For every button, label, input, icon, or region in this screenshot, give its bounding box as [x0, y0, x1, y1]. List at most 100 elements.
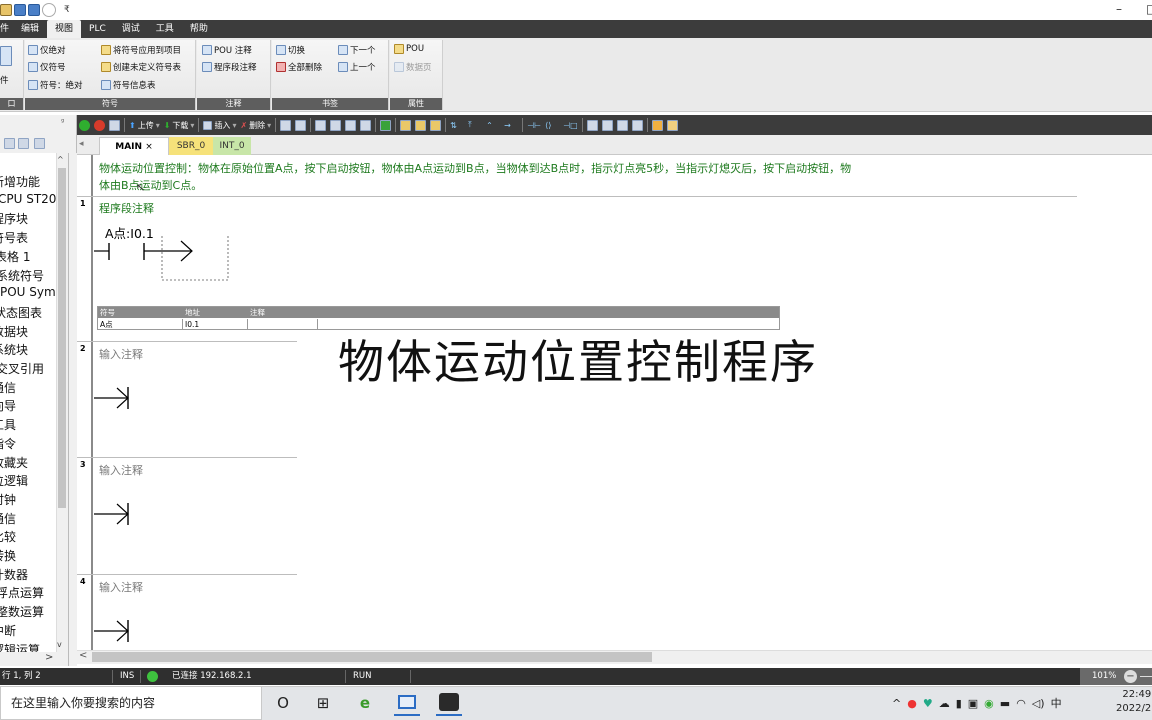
pou-properties-button[interactable]: POU [394, 44, 424, 54]
tree-item[interactable]: 指令 [0, 435, 16, 452]
delete-all-bookmarks-button[interactable]: 全部删除 [276, 61, 322, 73]
tree-item[interactable]: 浮点运算 [0, 584, 44, 601]
zoom-control[interactable]: 101% − [1080, 668, 1152, 685]
show-hidden-icons-icon[interactable]: ^ [892, 697, 901, 710]
more-icon[interactable] [42, 3, 56, 17]
battery-icon[interactable]: ▬ [1000, 697, 1010, 710]
bookmark-prev-icon[interactable] [345, 119, 357, 131]
scroll-up-icon[interactable]: ^ [57, 155, 64, 164]
clock[interactable]: 22:49 2022/2 [1116, 688, 1151, 716]
toggle-bookmark-button[interactable]: 切换 [276, 44, 305, 56]
notes-icon[interactable] [616, 119, 628, 131]
scroll-down-icon[interactable]: v [57, 640, 62, 649]
tree-item[interactable]: 转换 [0, 547, 16, 564]
ladder-editor[interactable] [77, 155, 1152, 650]
tree-item[interactable]: 数据块 [0, 323, 28, 340]
scroll-left-icon[interactable]: < [79, 650, 87, 661]
tree-item[interactable]: 通信 [0, 379, 16, 396]
browser-icon[interactable]: e [352, 690, 378, 716]
pou-comment-button[interactable]: POU 注释 [202, 44, 252, 56]
protect-icon[interactable] [430, 119, 442, 131]
ladder-rung-1[interactable] [93, 236, 233, 286]
cortana-icon[interactable]: O [270, 690, 296, 716]
pause-monitor-icon[interactable] [295, 119, 307, 131]
edit-icon[interactable] [631, 119, 643, 131]
customize-arrow-icon[interactable]: ₹ [64, 5, 70, 15]
component-icon[interactable] [0, 46, 12, 66]
delete-button[interactable]: ✗ 删除 ▾ [240, 118, 271, 132]
menu-tab-debug[interactable]: 调试 [114, 20, 148, 38]
run-icon[interactable] [79, 119, 90, 131]
tree-item[interactable]: 位逻辑 [0, 472, 28, 489]
ime-indicator[interactable]: 中 [1051, 695, 1062, 711]
minimize-button[interactable]: – [1116, 2, 1122, 16]
close-tab-icon[interactable]: × [145, 142, 153, 152]
save-icon[interactable] [14, 4, 26, 16]
tree-item[interactable]: 整数运算 [0, 603, 44, 620]
tree-item[interactable]: 新增功能 [0, 173, 40, 190]
download-button[interactable]: ⬇ 下载 ▾ [164, 118, 195, 132]
tree-item[interactable]: 收藏夹 [0, 454, 28, 471]
pin-icon[interactable]: ᵍ [61, 117, 64, 126]
tree-item[interactable]: 符号表 [0, 229, 28, 246]
apply-symbols-button[interactable]: 将符号应用到项目 [101, 44, 181, 56]
ladder-rung-2[interactable] [93, 385, 133, 415]
tree-item[interactable]: 向导 [0, 397, 16, 414]
network-comment[interactable]: 输入注释 [99, 579, 143, 595]
network-icon[interactable] [586, 119, 598, 131]
tree-item[interactable]: 中断 [0, 622, 16, 639]
menu-tab-edit[interactable]: 编辑 [13, 20, 47, 38]
lock-icon[interactable] [400, 119, 412, 131]
contact-icon[interactable]: ⊣⊢ [527, 118, 541, 132]
bookmark-clear-icon[interactable] [360, 119, 372, 131]
menu-tab-plc[interactable]: PLC [81, 20, 114, 38]
network-comment[interactable]: 输入注释 [99, 462, 143, 478]
tab-int0[interactable]: INT_0 [213, 137, 251, 155]
tree-hscrollbar[interactable] [0, 652, 68, 666]
splitter[interactable] [68, 153, 77, 666]
insert-button[interactable]: 插入 ▾ [203, 118, 236, 132]
insert-branch-up-icon[interactable]: ⤒ [468, 118, 482, 132]
program-comment[interactable]: 物体运动位置控制：物体在原始位置A点，按下启动按钮，物体由A点运动到B点，当物体… [99, 160, 859, 194]
tab-sbr0[interactable]: SBR_0 [169, 137, 213, 155]
tab-scroll-left-icon[interactable]: ◂ [79, 139, 84, 149]
security-icon[interactable]: ◉ [984, 697, 994, 710]
tree-scrollbar-thumb[interactable] [58, 168, 66, 508]
tree-item[interactable]: 比较 [0, 528, 16, 545]
pou-edit-icon[interactable] [651, 119, 663, 131]
symbol-table-icon[interactable] [601, 119, 613, 131]
coil-icon[interactable]: ⟨⟩ [545, 118, 559, 132]
next-bookmark-button[interactable]: 下一个 [338, 44, 376, 56]
onedrive-icon[interactable]: ☁ [939, 697, 950, 710]
task-view-icon[interactable]: ⊞ [310, 690, 336, 716]
line-right-icon[interactable]: → [504, 118, 518, 132]
network-comment-button[interactable]: 程序段注释 [202, 61, 257, 73]
tree-item[interactable]: 时钟 [0, 491, 16, 508]
absolute-only-button[interactable]: 仅绝对 [28, 44, 66, 56]
tree-instruction-icon[interactable] [34, 138, 45, 149]
tree-item[interactable]: 工具 [0, 416, 16, 433]
compile-icon[interactable] [109, 119, 120, 131]
menu-tab-file[interactable]: 件 [0, 20, 13, 38]
line-up-icon[interactable]: ⌃ [486, 118, 500, 132]
clipboard-icon[interactable]: ▣ [968, 697, 978, 710]
volume-icon[interactable]: ◁) [1032, 697, 1045, 710]
tree-item[interactable]: 程序块 [0, 210, 28, 227]
compile-all-icon[interactable] [380, 119, 392, 131]
bookmark-toggle-icon[interactable] [315, 119, 327, 131]
tree-view-icon[interactable] [4, 138, 15, 149]
app-window-icon[interactable] [394, 690, 420, 716]
tree-item[interactable]: 计数器 [0, 566, 28, 583]
create-undefined-symbol-table-button[interactable]: 创建未定义符号表 [101, 61, 181, 73]
tree-item[interactable]: 系统符号 [0, 267, 44, 284]
editor-hscrollbar-thumb[interactable] [92, 652, 652, 662]
step7-app-icon[interactable] [436, 690, 462, 716]
app-tray-icon[interactable]: ♥ [923, 697, 933, 710]
tree-item[interactable]: 交叉引用 [0, 360, 44, 377]
monitor-icon[interactable] [280, 119, 292, 131]
upload-button[interactable]: ⬆ 上传 ▾ [129, 118, 160, 132]
symbol-only-button[interactable]: 仅符号 [28, 61, 66, 73]
tree-item[interactable]: CPU ST20 [0, 192, 56, 206]
previous-bookmark-button[interactable]: 上一个 [338, 61, 376, 73]
symbol-absolute-button[interactable]: 符号：绝对 [28, 79, 83, 91]
